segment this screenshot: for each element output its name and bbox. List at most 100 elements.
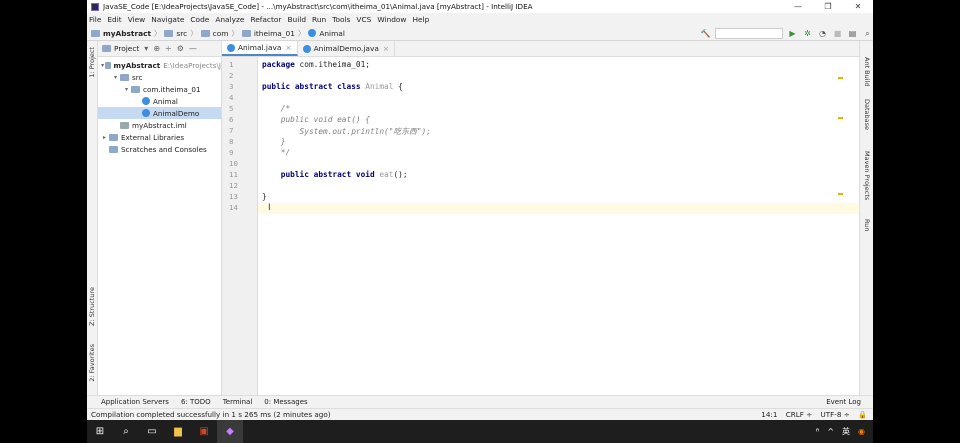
code-line[interactable]: /* bbox=[258, 104, 859, 115]
breadcrumb-item[interactable]: Animal bbox=[308, 29, 345, 38]
chevron-down-icon[interactable]: ▾ bbox=[144, 44, 148, 53]
event-log-tab[interactable]: Event Log bbox=[826, 398, 861, 406]
code-line[interactable] bbox=[258, 181, 859, 192]
menu-tools[interactable]: Tools bbox=[332, 15, 350, 24]
run-tool-tab[interactable]: Run bbox=[863, 219, 871, 231]
build-hammer-icon[interactable]: 🔨 bbox=[700, 28, 711, 39]
powerpoint-icon[interactable]: ▣ bbox=[191, 420, 217, 443]
tray-icon[interactable]: ᴿ bbox=[816, 427, 820, 436]
menu-file[interactable]: File bbox=[89, 15, 101, 24]
structure-tool-tab[interactable]: Z: Structure bbox=[88, 287, 96, 326]
menu-run[interactable]: Run bbox=[312, 15, 326, 24]
favorites-tool-tab[interactable]: 2: Favorites bbox=[88, 344, 96, 382]
input-language[interactable]: 英 bbox=[842, 426, 850, 437]
code-line[interactable]: public void eat() { bbox=[258, 115, 859, 126]
search-everywhere-icon[interactable]: ⌕ bbox=[862, 28, 873, 39]
menu-edit[interactable]: Edit bbox=[107, 15, 121, 24]
code-line[interactable]: package com.itheima_01; bbox=[258, 60, 859, 71]
tree-node[interactable]: AnimalDemo bbox=[98, 107, 221, 119]
hide-panel-icon[interactable]: — bbox=[189, 44, 197, 53]
expand-arrow-icon[interactable]: ▸ bbox=[100, 134, 109, 141]
menu-vcs[interactable]: VCS bbox=[356, 15, 371, 24]
application-servers-tab[interactable]: Application Servers bbox=[101, 398, 169, 406]
menu-code[interactable]: Code bbox=[190, 15, 209, 24]
minimize-button[interactable]: — bbox=[783, 2, 813, 11]
task-view-icon[interactable]: ▭ bbox=[139, 420, 165, 443]
code-line[interactable]: System.out.println("吃东西"); bbox=[258, 126, 859, 137]
editor-tab[interactable]: Animal.java × bbox=[222, 41, 298, 56]
project-structure-icon[interactable]: ▤ bbox=[847, 28, 858, 39]
line-separator[interactable]: CRLF ÷ bbox=[786, 410, 812, 419]
code-line[interactable] bbox=[258, 93, 859, 104]
run-configuration-select[interactable] bbox=[715, 27, 783, 39]
messages-tab[interactable]: 0: Messages bbox=[264, 398, 307, 406]
settings-gear-icon[interactable]: ⚙ bbox=[177, 44, 184, 53]
menu-view[interactable]: View bbox=[128, 15, 146, 24]
file-explorer-icon[interactable]: ▆ bbox=[165, 420, 191, 443]
breadcrumb-item[interactable]: src 〉 bbox=[164, 28, 198, 39]
run-icon[interactable]: ▶ bbox=[787, 28, 798, 39]
intellij-taskbar-icon[interactable]: ◆ bbox=[217, 420, 243, 443]
code-line[interactable]: */ bbox=[258, 148, 859, 159]
code-line[interactable] bbox=[258, 159, 859, 170]
code-token: eat bbox=[379, 170, 394, 179]
terminal-tab[interactable]: Terminal bbox=[223, 398, 253, 406]
expand-arrow-icon[interactable]: ▾ bbox=[111, 74, 120, 81]
tree-node[interactable]: ▾ com.itheima_01 bbox=[98, 83, 221, 95]
menu-build[interactable]: Build bbox=[287, 15, 306, 24]
analysis-marker[interactable] bbox=[838, 117, 843, 119]
file-encoding[interactable]: UTF-8 ÷ bbox=[820, 410, 849, 419]
breadcrumb-item[interactable]: itheima_01 〉 bbox=[241, 28, 306, 39]
code-line[interactable]: public abstract void eat(); bbox=[258, 170, 859, 181]
caret-position[interactable]: 14:1 bbox=[761, 410, 777, 419]
search-icon[interactable]: ⌕ bbox=[113, 420, 139, 443]
close-tab-icon[interactable]: × bbox=[383, 44, 389, 53]
windows-start-icon[interactable]: ⊞ bbox=[87, 420, 113, 443]
code-line[interactable]: public abstract class Animal { bbox=[258, 82, 859, 93]
tree-node[interactable]: ▾ myAbstract E:\IdeaProjects\J bbox=[98, 59, 221, 71]
menu-help[interactable]: Help bbox=[412, 15, 429, 24]
breadcrumb-separator-icon: 〉 bbox=[297, 28, 306, 38]
stop-icon[interactable]: ■ bbox=[832, 28, 843, 39]
title-bar: JavaSE_Code [E:\IdeaProjects\JavaSE_Code… bbox=[87, 0, 873, 13]
breadcrumb-separator-icon: 〉 bbox=[154, 28, 162, 38]
project-view-select[interactable]: Project bbox=[114, 44, 139, 53]
warning-marker[interactable] bbox=[838, 77, 843, 79]
menu-refactor[interactable]: Refactor bbox=[250, 15, 281, 24]
close-button[interactable]: ✕ bbox=[843, 2, 873, 11]
maximize-button[interactable]: ❐ bbox=[813, 2, 843, 11]
coverage-icon[interactable]: ◔ bbox=[817, 28, 828, 39]
line-number: 3 bbox=[229, 82, 234, 91]
tree-node[interactable]: ▾ src bbox=[98, 71, 221, 83]
code-line[interactable]: } bbox=[258, 137, 859, 148]
menu-window[interactable]: Window bbox=[377, 15, 406, 24]
project-tool-tab[interactable]: 1: Project bbox=[88, 47, 96, 78]
tree-node[interactable]: Animal bbox=[98, 95, 221, 107]
tree-node[interactable]: Scratches and Consoles bbox=[98, 143, 221, 155]
editor-tab[interactable]: AnimalDemo.java × bbox=[298, 41, 396, 56]
expand-arrow-icon[interactable]: ▾ bbox=[122, 86, 131, 93]
menu-analyze[interactable]: Analyze bbox=[215, 15, 244, 24]
maven-projects-tool-tab[interactable]: Maven Projects bbox=[863, 151, 871, 200]
tree-node[interactable]: ▸ External Libraries bbox=[98, 131, 221, 143]
locate-icon[interactable]: ⊕ bbox=[153, 44, 160, 53]
todo-tab[interactable]: 6: TODO bbox=[181, 398, 211, 406]
code-content[interactable]: package com.itheima_01;public abstract c… bbox=[258, 57, 859, 395]
menu-navigate[interactable]: Navigate bbox=[151, 15, 184, 24]
ant-build-tool-tab[interactable]: Ant Build bbox=[863, 57, 871, 87]
code-editor[interactable]: 1 2 3 4 5 6 7 8 9 10 11 12 13 14 package com.itheima_… bbox=[222, 57, 859, 395]
analysis-marker[interactable] bbox=[838, 193, 843, 195]
code-line[interactable]: } bbox=[258, 192, 859, 203]
debug-icon[interactable]: ✲ bbox=[802, 28, 813, 39]
breadcrumb-item[interactable]: myAbstract 〉 bbox=[91, 28, 161, 39]
code-line[interactable] bbox=[258, 71, 859, 82]
close-tab-icon[interactable]: × bbox=[285, 43, 291, 52]
code-line[interactable] bbox=[258, 203, 859, 214]
app-tray-icon[interactable]: ◉ bbox=[858, 427, 865, 436]
collapse-all-icon[interactable]: ÷ bbox=[165, 44, 172, 53]
tray-expand-icon[interactable]: ^ bbox=[827, 427, 834, 436]
lock-icon[interactable]: 🔒 bbox=[858, 410, 867, 419]
breadcrumb-item[interactable]: com 〉 bbox=[200, 28, 239, 39]
tree-node[interactable]: myAbstract.iml bbox=[98, 119, 221, 131]
database-tool-tab[interactable]: Database bbox=[863, 99, 871, 130]
